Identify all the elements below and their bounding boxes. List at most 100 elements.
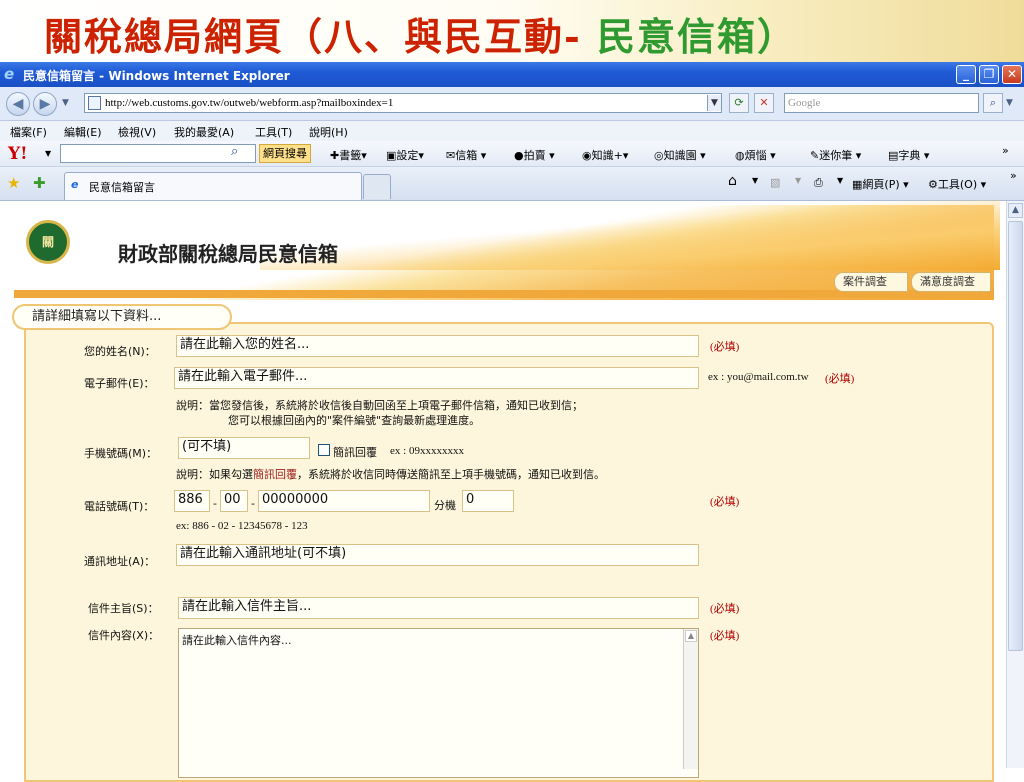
commands-overflow-icon[interactable]: » [1010,169,1017,182]
toolbar-settings[interactable]: ▣設定▾ [386,147,424,163]
print-dropdown-icon[interactable]: ▼ [837,176,843,185]
subject-label: 信件主旨(S)： [88,602,159,615]
ie-logo-icon: e [4,65,15,83]
email-example: ex : you@mail.com.tw [708,371,809,383]
page-icon [88,96,101,110]
phone-example: ex: 886 - 02 - 12345678 - 123 [176,520,308,532]
tools-menu[interactable]: ⚙工具(O) ▾ [928,176,986,192]
yahoo-logo[interactable]: Y! [8,144,28,164]
restore-button[interactable]: ❐ [979,65,999,84]
email-note-line1: 說明：當您發信後，系統將於收信後自動回函至上項電子郵件信箱，通知已收到信； [176,399,583,412]
phone-ext-label: 分機 [434,499,456,512]
address-input-field[interactable]: 請在此輸入通訊地址(可不填) [176,544,699,566]
toolbar-knowledge-park[interactable]: ◎知識園 ▾ [654,147,706,163]
refresh-button[interactable]: ⟳ [729,93,749,113]
phone-area-input[interactable]: 00 [220,490,248,512]
content-textarea[interactable]: 請在此輸入信件內容... [178,628,699,778]
feeds-icon[interactable]: ▧ [770,176,780,189]
print-icon[interactable]: ⎙ [814,176,823,190]
mobile-label: 手機號碼(M)： [84,447,158,460]
search-options-icon[interactable]: ▼ [1006,98,1013,108]
email-input[interactable]: 請在此輸入電子郵件... [174,367,699,389]
tab-ie-icon: e [71,178,79,191]
yahoo-search-input[interactable] [60,144,256,163]
address-toolbar: ◀ ▶ ▼ http://web.customs.gov.tw/outweb/w… [0,87,1024,121]
yahoo-web-search-button[interactable]: 網頁搜尋 [259,144,311,163]
textarea-scroll-up[interactable]: ▲ [685,630,697,642]
history-dropdown-icon[interactable]: ▼ [62,98,69,108]
menu-view[interactable]: 檢視(V) [118,124,156,140]
email-required: (必填) [825,373,855,385]
textarea-scrollbar[interactable]: ▲ [683,629,698,769]
subject-required: (必填) [710,603,740,615]
case-inquiry-button[interactable]: 案件調查 [834,272,908,292]
sms-reply-label: 簡訊回覆 [333,446,377,459]
customs-logo: 關 [26,220,70,264]
address-dropdown-icon[interactable]: ▼ [707,95,721,111]
site-title: 財政部關稅總局民意信箱 [118,242,338,266]
search-icon[interactable]: ⌕ [983,93,1003,113]
menu-bar: 檔案(F) 編輯(E) 檢視(V) 我的最愛(A) 工具(T) 說明(H) [0,121,1024,141]
back-button[interactable]: ◀ [6,92,30,116]
toolbar-dictionary[interactable]: ▤字典 ▾ [888,147,929,163]
menu-edit[interactable]: 編輯(E) [64,124,102,140]
forward-button[interactable]: ▶ [33,92,57,116]
sms-example: ex : 09xxxxxxxx [390,445,464,457]
toolbar-mini-pen[interactable]: ✎迷你筆 ▾ [810,147,861,163]
phone-ext-input[interactable]: 0 [462,490,514,512]
phone-dash-2: - [251,497,255,510]
new-tab-button[interactable] [363,174,391,199]
tab-label: 民意信箱留言 [89,181,155,194]
toolbar-bookmarks[interactable]: ✚書籤▾ [330,147,367,163]
stop-button[interactable]: ✕ [754,93,774,113]
menu-favorites[interactable]: 我的最愛(A) [174,124,234,140]
email-note-line2: 您可以根據回函內的"案件編號"查詢最新處理進度。 [228,414,481,427]
scroll-thumb[interactable] [1008,221,1023,651]
address-url: http://web.customs.gov.tw/outweb/webform… [105,97,394,109]
close-button[interactable]: ✕ [1002,65,1022,84]
home-dropdown-icon[interactable]: ▼ [752,176,758,185]
yahoo-search-icon[interactable]: ⌕ [231,144,238,159]
phone-country-input[interactable]: 886 [174,490,210,512]
page-menu[interactable]: ▦網頁(P) ▾ [852,176,909,192]
phone-required: (必填) [710,496,740,508]
menu-help[interactable]: 說明(H) [309,124,348,140]
window-title: 民意信箱留言 - Windows Internet Explorer [23,69,290,83]
toolbar-overflow-icon[interactable]: » [1002,144,1009,157]
yahoo-menu-icon[interactable]: ▼ [45,149,51,158]
toolbar-mail[interactable]: ✉信箱 ▾ [446,147,486,163]
address-input[interactable]: http://web.customs.gov.tw/outweb/webform… [84,93,722,113]
slide-banner: 關稅總局網頁（八、與民互動- 民意信箱） [0,0,1024,62]
mobile-input[interactable]: (可不填) [178,437,310,459]
slide-title: 關稅總局網頁（八、與民互動- 民意信箱） [44,14,798,59]
phone-label: 電話號碼(T)： [84,500,155,513]
scroll-up-button[interactable]: ▲ [1008,203,1023,218]
subject-input[interactable]: 請在此輸入信件主旨... [178,597,699,619]
toolbar-knowledge[interactable]: ◉知識+▾ [582,147,628,163]
sms-reply-checkbox[interactable] [318,444,330,456]
minimize-button[interactable]: _ [956,65,976,84]
favorites-star-icon[interactable]: ★ [7,174,20,192]
window-titlebar[interactable]: e 民意信箱留言 - Windows Internet Explorer _ ❐… [0,62,1024,87]
name-required: (必填) [710,341,740,353]
phone-number-input[interactable]: 00000000 [258,490,430,512]
vertical-scrollbar[interactable]: ▲ [1006,201,1024,768]
tab-bar: ★ ✚ e 民意信箱留言 ⌂ ▼ ▧ ▼ ⎙ ▼ ▦網頁(P) ▾ ⚙工具(O)… [0,167,1024,201]
toolbar-worries[interactable]: ◍煩惱 ▾ [735,147,776,163]
home-icon[interactable]: ⌂ [728,173,737,189]
feeds-dropdown-icon[interactable]: ▼ [795,176,801,185]
content-label: 信件內容(X)： [88,629,160,642]
menu-file[interactable]: 檔案(F) [10,124,47,140]
menu-tools[interactable]: 工具(T) [255,124,292,140]
address-label: 通訊地址(A)： [84,555,156,568]
yahoo-toolbar: Y! ▼ ⌕ 網頁搜尋 ✚書籤▾ ▣設定▾ ✉信箱 ▾ ●拍賣 ▾ ◉知識+▾ … [0,141,1024,167]
email-label: 電子郵件(E)： [84,377,155,390]
tab-mailbox[interactable]: e 民意信箱留言 [64,172,362,200]
mobile-note: 說明：如果勾選簡訊回覆，系統將於收信同時傳送簡訊至上項手機號碼，通知已收到信。 [176,468,605,481]
google-search-input[interactable]: Google [784,93,979,113]
satisfaction-survey-button[interactable]: 滿意度調查 [911,272,991,292]
name-input[interactable]: 請在此輸入您的姓名... [176,335,699,357]
add-favorite-icon[interactable]: ✚ [33,174,46,192]
toolbar-auction[interactable]: ●拍賣 ▾ [514,147,555,163]
phone-dash-1: - [213,497,217,510]
